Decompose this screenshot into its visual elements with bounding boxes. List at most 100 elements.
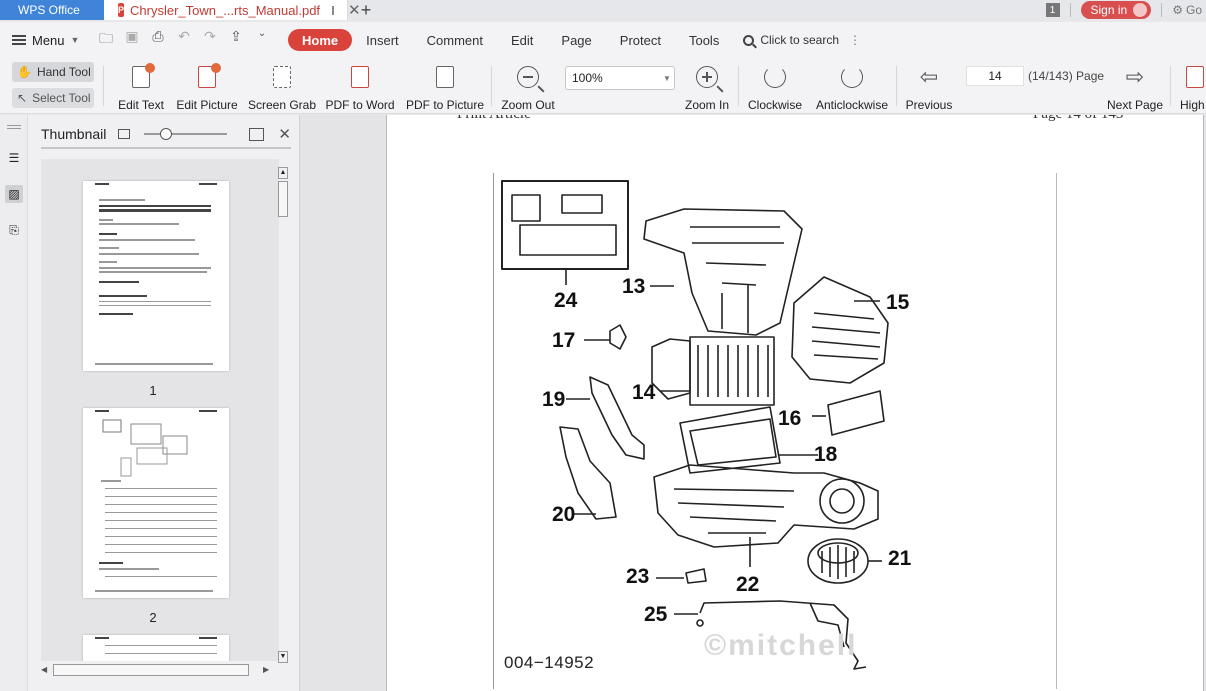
part-label-21: 21 bbox=[888, 547, 912, 570]
zoom-in-button[interactable]: Zoom In bbox=[685, 62, 729, 112]
document-tab[interactable]: P Chrysler_Town_...rts_Manual.pdf ✕ bbox=[104, 0, 361, 20]
tab-home[interactable]: Home bbox=[288, 29, 353, 51]
screen-grab-button[interactable]: Screen Grab bbox=[248, 62, 316, 112]
select-tool-button[interactable]: ↖ Select Tool bbox=[12, 88, 94, 108]
large-thumbnail-icon[interactable] bbox=[249, 127, 265, 141]
part-label-25: 25 bbox=[644, 603, 668, 626]
part-label-24: 24 bbox=[554, 289, 578, 312]
figure-id: 004−14952 bbox=[504, 653, 595, 672]
arrow-right-icon: ⇨ bbox=[1125, 64, 1145, 89]
previous-label: Previous bbox=[905, 98, 953, 112]
page-thumbnail-2[interactable] bbox=[83, 408, 229, 598]
window-count-badge[interactable]: 1 bbox=[1045, 3, 1060, 17]
part-label-17: 17 bbox=[552, 329, 576, 352]
outline-icon[interactable]: ☰ bbox=[5, 149, 23, 167]
wps-office-tab[interactable]: WPS Office bbox=[0, 0, 104, 20]
attachment-icon[interactable]: ⎘ bbox=[5, 221, 23, 239]
tab-protect[interactable]: Protect bbox=[606, 29, 675, 51]
undo-icon[interactable]: ↶ bbox=[176, 28, 192, 52]
go-button[interactable]: ⚙ Go bbox=[1172, 3, 1202, 17]
close-panel-icon[interactable]: ✕ bbox=[278, 125, 291, 143]
scroll-down-icon[interactable]: ▼ bbox=[278, 651, 288, 663]
part-label-23: 23 bbox=[626, 565, 650, 588]
small-thumbnail-icon[interactable] bbox=[118, 129, 130, 139]
slider-knob[interactable] bbox=[160, 128, 173, 140]
parts-diagram: 24 13 15 17 14 19 16 18 20 21 23 22 25 ©… bbox=[493, 173, 1057, 689]
scroll-left-icon[interactable]: ◀ bbox=[41, 665, 47, 674]
thumbnail-size-slider[interactable] bbox=[143, 128, 228, 140]
scroll-up-icon[interactable]: ▲ bbox=[278, 167, 288, 179]
page-header-left: Print Article bbox=[457, 115, 531, 123]
next-page-label: Next Page bbox=[1106, 98, 1164, 112]
title-bar: WPS Office P Chrysler_Town_...rts_Manual… bbox=[0, 0, 1206, 20]
tab-page[interactable]: Page bbox=[547, 29, 605, 51]
tab-tools[interactable]: Tools bbox=[675, 29, 733, 51]
redo-icon[interactable]: ↷ bbox=[202, 28, 218, 52]
more-options-icon[interactable]: ⋮ bbox=[849, 33, 861, 47]
tab-comment[interactable]: Comment bbox=[413, 29, 497, 51]
hand-tool-label: Hand Tool bbox=[36, 65, 91, 79]
search-icon bbox=[743, 34, 755, 46]
edit-picture-button[interactable]: Edit Picture bbox=[176, 62, 238, 112]
part-label-15: 15 bbox=[886, 291, 910, 314]
part-label-22: 22 bbox=[736, 573, 760, 596]
part-label-19: 19 bbox=[542, 388, 566, 411]
scroll-right-icon[interactable]: ▶ bbox=[263, 665, 269, 674]
hand-icon: ✋ bbox=[17, 65, 32, 79]
thumbnail-header: Thumbnail ✕ bbox=[41, 125, 291, 149]
search-box[interactable]: Click to search ⋮ bbox=[743, 33, 861, 47]
edit-text-icon bbox=[132, 63, 155, 88]
menu-label: Menu bbox=[32, 32, 65, 48]
thumbnail-horizontal-scrollbar[interactable]: ◀ ▶ bbox=[41, 663, 291, 677]
zoom-level-select[interactable]: 100% ▼ bbox=[565, 66, 675, 90]
zoom-out-button[interactable]: Zoom Out bbox=[501, 62, 555, 112]
arrow-left-icon: ⇦ bbox=[919, 64, 939, 89]
chevron-down-icon: ▼ bbox=[70, 35, 80, 45]
save-icon[interactable]: ▣ bbox=[124, 28, 140, 52]
scroll-thumb-horizontal[interactable] bbox=[53, 664, 249, 676]
thumbnail-icon[interactable]: ▨ bbox=[5, 185, 23, 203]
rotate-anticlockwise-button[interactable]: Anticlockwise bbox=[816, 62, 888, 112]
document-view[interactable]: Print Article Page 14 of 143 bbox=[300, 115, 1206, 691]
part-label-13: 13 bbox=[622, 275, 646, 298]
rotate-clockwise-button[interactable]: Clockwise bbox=[748, 62, 802, 112]
edit-text-button[interactable]: Edit Text bbox=[118, 62, 164, 112]
pdf-to-word-button[interactable]: PDF to Word bbox=[325, 62, 395, 112]
left-rail: ☰ ▨ ⎘ bbox=[0, 115, 28, 691]
export-icon[interactable]: ⇪ bbox=[228, 28, 244, 52]
mitchell-watermark: ©mitchell bbox=[704, 629, 858, 662]
pdf-to-picture-button[interactable]: PDF to Picture bbox=[405, 62, 485, 112]
thumbnail-vertical-scrollbar[interactable]: ▲ ▼ bbox=[276, 167, 290, 667]
zoom-in-label: Zoom In bbox=[685, 98, 730, 112]
pdf-to-picture-label: PDF to Picture bbox=[405, 98, 485, 112]
page-thumbnail-3[interactable] bbox=[83, 635, 229, 661]
pdf-file-icon: P bbox=[118, 3, 125, 17]
scroll-thumb[interactable] bbox=[278, 181, 288, 217]
thumbnail-title: Thumbnail bbox=[41, 126, 107, 142]
cursor-icon: ↖ bbox=[17, 91, 28, 105]
select-tool-label: Select Tool bbox=[32, 91, 91, 105]
customize-dropdown-icon[interactable]: ⌄ bbox=[254, 28, 270, 52]
menu-bar: Menu ▼ 🗀 ▣ ⎙ ↶ ↷ ⇪ ⌄ Home Insert Comment… bbox=[0, 22, 1206, 58]
edit-text-label: Edit Text bbox=[118, 98, 164, 112]
ribbon-tabs: Home Insert Comment Edit Page Protect To… bbox=[288, 29, 733, 51]
tab-insert[interactable]: Insert bbox=[352, 29, 413, 51]
page-header-right: Page 14 of 143 bbox=[1033, 115, 1123, 123]
new-tab-button[interactable]: + bbox=[348, 0, 384, 20]
thumbnail-panel: Thumbnail ✕ 1 2 ▲ ▼ ◀ ▶ bbox=[28, 115, 300, 691]
avatar-icon bbox=[1133, 3, 1148, 17]
anticlockwise-label: Anticlockwise bbox=[815, 98, 889, 112]
page-number-input[interactable]: 14 bbox=[966, 66, 1024, 86]
page-thumbnail-1[interactable] bbox=[83, 181, 229, 371]
open-folder-icon[interactable]: 🗀 bbox=[98, 28, 114, 52]
sign-in-button[interactable]: Sign in bbox=[1080, 1, 1152, 19]
print-icon[interactable]: ⎙ bbox=[150, 28, 166, 52]
next-page-button[interactable]: ⇨ Next Page bbox=[1106, 62, 1164, 112]
thumbnail-diagram bbox=[102, 419, 188, 477]
menu-button[interactable]: Menu ▼ bbox=[0, 33, 92, 48]
tab-edit[interactable]: Edit bbox=[497, 29, 547, 51]
previous-page-button[interactable]: ⇦ Previous bbox=[905, 62, 953, 112]
highlight-button[interactable]: High bbox=[1180, 62, 1206, 112]
window-icon[interactable] bbox=[332, 5, 335, 15]
hand-tool-button[interactable]: ✋ Hand Tool bbox=[12, 62, 94, 82]
